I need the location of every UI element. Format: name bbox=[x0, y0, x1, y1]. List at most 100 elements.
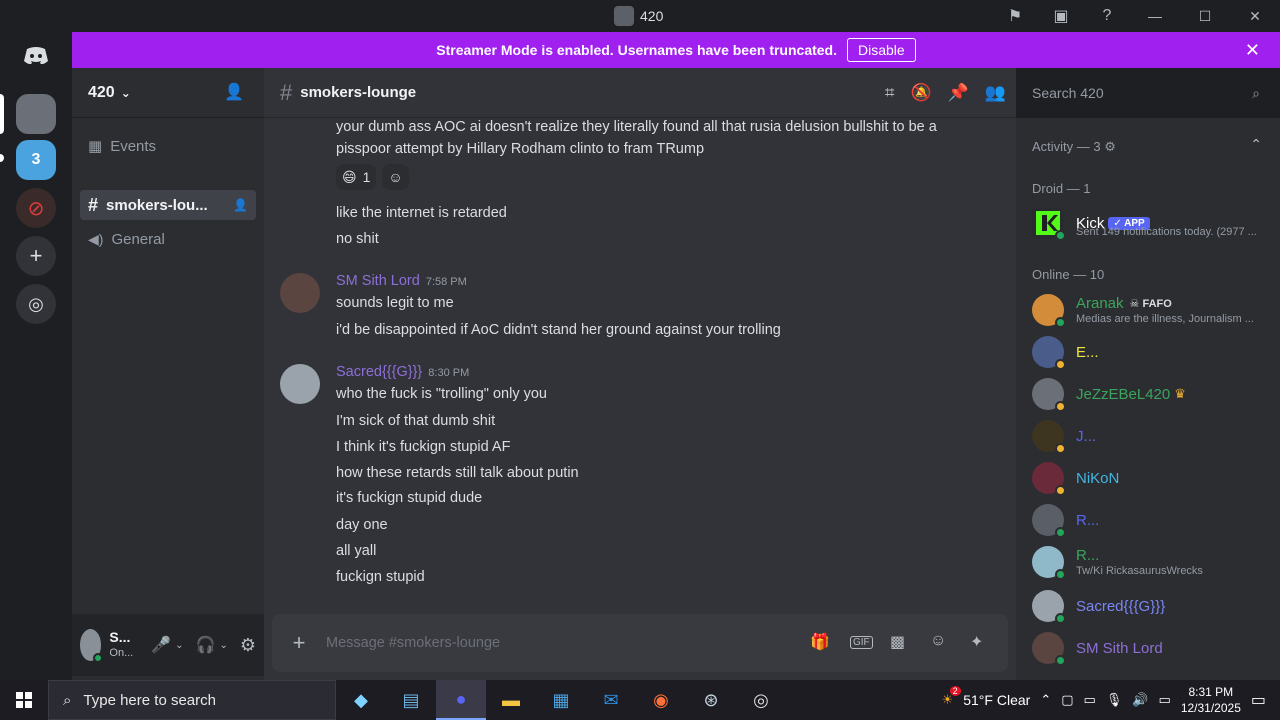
user-avatar[interactable] bbox=[80, 629, 104, 663]
volume-icon[interactable]: 🔊 bbox=[1132, 692, 1148, 708]
add-attachment-icon[interactable]: + bbox=[272, 630, 326, 656]
notifications-muted-icon[interactable]: 🔕 bbox=[910, 83, 931, 103]
reactions-row: 😄 1 ☺ bbox=[336, 164, 409, 190]
calendar-icon: ▦ bbox=[88, 138, 103, 155]
gear-icon[interactable]: ⚙ bbox=[1104, 139, 1116, 154]
online-status-icon bbox=[93, 653, 104, 663]
member-avatar bbox=[1032, 546, 1066, 580]
discord-home-icon[interactable] bbox=[16, 36, 56, 76]
network-icon[interactable]: ▭ bbox=[1084, 692, 1096, 708]
member-item[interactable]: Aranak ☠ FAFO Medias are the illness, Jo… bbox=[1032, 289, 1272, 331]
author-avatar[interactable] bbox=[280, 364, 320, 404]
member-list-icon[interactable]: 👥 bbox=[985, 83, 1006, 103]
weather-icon[interactable]: ☀ 2 bbox=[942, 686, 961, 708]
firefox-icon[interactable]: ◉ bbox=[636, 680, 686, 720]
app-icon[interactable]: ▤ bbox=[386, 680, 436, 720]
server-no-icon[interactable]: ⊘ bbox=[16, 188, 56, 228]
minimize-button[interactable]: — bbox=[1130, 0, 1180, 32]
member-item[interactable]: R... bbox=[1032, 499, 1272, 541]
search-icon: ⌕ bbox=[63, 691, 72, 709]
taskbar-search[interactable]: ⌕ Type here to search bbox=[48, 680, 336, 720]
headphones-chevron-icon[interactable]: ⌄ bbox=[219, 640, 227, 651]
member-name: SM Sith Lord bbox=[1076, 639, 1163, 657]
author-name[interactable]: Sacred{{{G}}} bbox=[336, 364, 422, 380]
message-input[interactable]: Message #smokers-lounge bbox=[326, 635, 500, 651]
member-item[interactable]: E... bbox=[1032, 331, 1272, 373]
microphone-icon[interactable]: 🎙 bbox=[1106, 692, 1123, 708]
online-status-icon bbox=[1055, 655, 1066, 666]
gift-icon[interactable]: 🎁 bbox=[810, 632, 830, 652]
gif-icon[interactable]: GIF bbox=[850, 636, 873, 649]
mic-chevron-icon[interactable]: ⌄ bbox=[175, 640, 183, 651]
add-reaction-button[interactable]: ☺ bbox=[382, 164, 409, 190]
user-status: On... bbox=[109, 647, 134, 659]
member-item[interactable]: J... bbox=[1032, 415, 1272, 457]
timestamp: 7:58 PM bbox=[425, 276, 467, 288]
member-avatar bbox=[1032, 462, 1066, 496]
member-item[interactable]: SM Sith Lord bbox=[1032, 627, 1272, 669]
member-item[interactable]: NiKoN bbox=[1032, 457, 1272, 499]
weather-text[interactable]: 51°F Clear bbox=[963, 692, 1030, 708]
close-window-button[interactable]: ✕ bbox=[1230, 0, 1280, 32]
reaction-laugh[interactable]: 😄 1 bbox=[336, 164, 377, 190]
member-item[interactable]: JeZzEBeL420 ♛ bbox=[1032, 373, 1272, 415]
weather-badge: 2 bbox=[949, 686, 961, 696]
microphone-icon[interactable]: 🎤 bbox=[151, 635, 171, 655]
chevron-up-icon[interactable]: ⌃ bbox=[1250, 136, 1262, 153]
maximize-button[interactable]: ☐ bbox=[1180, 0, 1230, 32]
message-composer: + Message #smokers-lounge 🎁 GIF ▩ ☺ ✦ bbox=[272, 614, 1008, 672]
server-420-icon[interactable] bbox=[16, 94, 56, 134]
member-item[interactable]: Sacred{{{G}}} bbox=[1032, 585, 1272, 627]
inbox-icon[interactable]: ▣ bbox=[1038, 0, 1084, 32]
windows-start-icon[interactable] bbox=[0, 680, 48, 720]
server-icon bbox=[614, 6, 634, 26]
file-explorer-icon[interactable]: ▬ bbox=[486, 680, 536, 720]
message-line: no shit bbox=[336, 231, 379, 247]
clock[interactable]: 8:31 PM 12/31/2025 bbox=[1181, 684, 1241, 716]
streamer-mode-banner: Streamer Mode is enabled. Usernames have… bbox=[72, 32, 1280, 68]
channel-smokers-lounge[interactable]: # smokers-lou... 👤 bbox=[80, 190, 256, 220]
channel-general[interactable]: ◀) General bbox=[80, 224, 256, 254]
activity-header[interactable]: Activity — 3 ⚙ bbox=[1032, 139, 1116, 155]
threads-icon[interactable]: ⌗ bbox=[885, 83, 895, 103]
member-item[interactable]: R... Tw/Ki RickasaurusWrecks bbox=[1032, 541, 1272, 583]
help-icon[interactable]: ? bbox=[1084, 0, 1130, 32]
search-input[interactable]: Search 420 ⌕ bbox=[1024, 78, 1268, 108]
server-header[interactable]: 420 ⌄ 👤 bbox=[72, 68, 264, 118]
server-3max-icon[interactable]: 3 bbox=[16, 140, 56, 180]
member-name: NiKoN bbox=[1076, 469, 1120, 487]
banner-close-icon[interactable]: ✕ bbox=[1245, 40, 1260, 61]
discover-compass-icon[interactable]: ◎ bbox=[16, 284, 56, 324]
apps-icon[interactable]: ✦ bbox=[970, 632, 983, 652]
add-server-icon[interactable]: + bbox=[16, 236, 56, 276]
author-avatar[interactable] bbox=[280, 273, 320, 313]
invite-people-icon[interactable]: 👤 bbox=[224, 82, 244, 102]
message-author: SM Sith Lord 7:58 PM bbox=[336, 273, 467, 289]
settings-gear-icon[interactable]: ⚙ bbox=[240, 635, 256, 656]
member-avatar bbox=[1032, 294, 1066, 328]
member-status: Sent 149 notifications today. (2977 ... bbox=[1076, 226, 1257, 238]
member-status: Tw/Ki RickasaurusWrecks bbox=[1076, 565, 1203, 577]
copilot-icon[interactable]: ◆ bbox=[336, 680, 386, 720]
display-icon[interactable]: ▭ bbox=[1159, 692, 1171, 708]
emoji-icon[interactable]: ☺ bbox=[930, 632, 946, 650]
tray-app-icon[interactable]: ▢ bbox=[1061, 692, 1073, 708]
events-item[interactable]: ▦ Events bbox=[80, 131, 256, 161]
store-icon[interactable]: ▦ bbox=[536, 680, 586, 720]
headphones-icon[interactable]: 🎧 bbox=[196, 635, 216, 655]
banner-text: Streamer Mode is enabled. Usernames have… bbox=[436, 42, 837, 58]
discord-taskbar-icon[interactable]: ● bbox=[436, 680, 486, 720]
sticker-icon[interactable]: ▩ bbox=[890, 632, 905, 652]
inbox-flag-icon[interactable]: ⚑ bbox=[992, 0, 1038, 32]
mail-icon[interactable]: ✉ bbox=[586, 680, 636, 720]
steam-icon[interactable]: ⊛ bbox=[686, 680, 736, 720]
pin-icon[interactable]: 📌 bbox=[948, 83, 969, 103]
create-invite-icon[interactable]: 👤 bbox=[233, 198, 248, 212]
obs-icon[interactable]: ◎ bbox=[736, 680, 786, 720]
author-name[interactable]: SM Sith Lord bbox=[336, 273, 420, 289]
chevron-up-icon[interactable]: ⌃ bbox=[1040, 692, 1051, 708]
member-item[interactable]: Kick ✓ APP Sent 149 notifications today.… bbox=[1032, 202, 1272, 244]
notifications-icon[interactable]: ▭ bbox=[1251, 690, 1266, 710]
disable-button[interactable]: Disable bbox=[847, 38, 916, 62]
message-line: fuckign stupid bbox=[336, 569, 425, 585]
